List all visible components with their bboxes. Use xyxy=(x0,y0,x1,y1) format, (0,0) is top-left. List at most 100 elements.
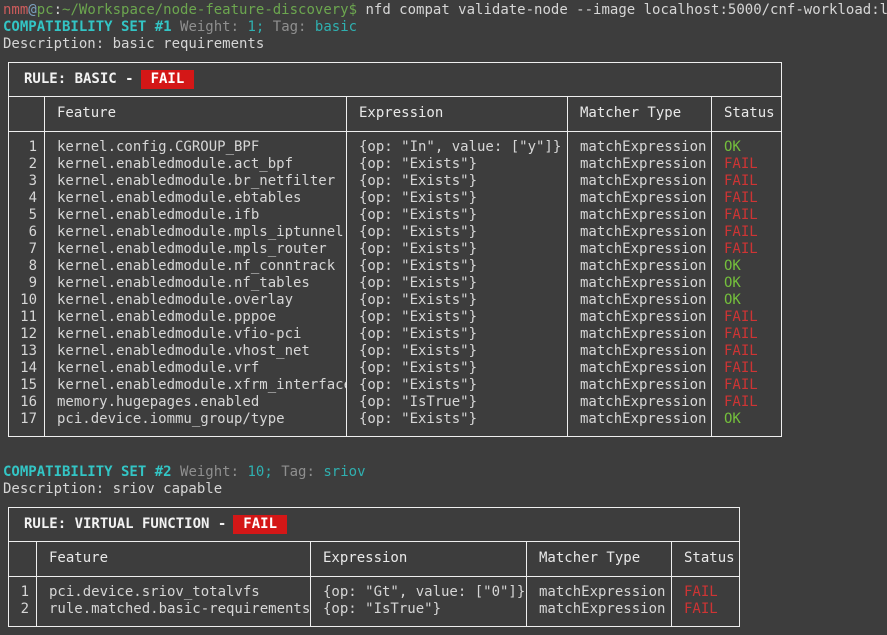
rule-status-badge: FAIL xyxy=(233,515,287,534)
row-number: 16 xyxy=(9,394,45,411)
column-header-number xyxy=(9,542,37,576)
compat-set-section: COMPATIBILITY SET #2 Weight: 10; Tag: sr… xyxy=(3,464,887,627)
prompt-dollar-sign: $ xyxy=(349,2,357,18)
cell-feature: kernel.enabledmodule.pppoe xyxy=(45,309,347,326)
cell-feature: kernel.enabledmodule.act_bpf xyxy=(45,156,347,173)
cell-feature: kernel.config.CGROUP_BPF xyxy=(45,132,347,156)
cell-expression: {op: "Gt", value: ["0"]} xyxy=(311,577,527,601)
cell-expression: {op: "Exists"} xyxy=(347,326,568,343)
set-description: Description: basic requirements xyxy=(3,36,887,53)
cell-expression: {op: "Exists"} xyxy=(347,275,568,292)
cell-status: FAIL xyxy=(712,309,781,326)
cell-status: FAIL xyxy=(672,601,739,626)
cell-status: OK xyxy=(712,258,781,275)
tag-value: sriov xyxy=(323,464,365,480)
cell-feature: kernel.enabledmodule.overlay xyxy=(45,292,347,309)
cell-matcher-type: matchExpression xyxy=(568,360,712,377)
table-row: 1kernel.config.CGROUP_BPF{op: "In", valu… xyxy=(9,132,781,156)
row-number: 8 xyxy=(9,258,45,275)
row-number: 5 xyxy=(9,207,45,224)
cell-feature: kernel.enabledmodule.xfrm_interface xyxy=(45,377,347,394)
cell-matcher-type: matchExpression xyxy=(568,207,712,224)
row-number: 7 xyxy=(9,241,45,258)
cell-matcher-type: matchExpression xyxy=(568,173,712,190)
rule-status-badge: FAIL xyxy=(141,70,195,89)
rule-table: RULE: VIRTUAL FUNCTION -FAILFeatureExpre… xyxy=(8,507,740,627)
row-number: 17 xyxy=(9,411,45,436)
cell-matcher-type: matchExpression xyxy=(568,241,712,258)
cell-expression: {op: "Exists"} xyxy=(347,360,568,377)
cell-feature: pci.device.sriov_totalvfs xyxy=(37,577,311,601)
cell-feature: kernel.enabledmodule.ebtables xyxy=(45,190,347,207)
tag-value: basic xyxy=(315,19,357,35)
terminal-window[interactable]: { "terminal": { "prompt": { "user": "nmm… xyxy=(0,0,887,635)
cell-status: FAIL xyxy=(712,326,781,343)
compat-set-section: COMPATIBILITY SET #1 Weight: 1; Tag: bas… xyxy=(3,19,887,437)
table-row: 10kernel.enabledmodule.overlay{op: "Exis… xyxy=(9,292,781,309)
rule-title-label: RULE: BASIC - xyxy=(24,71,134,87)
row-number: 2 xyxy=(9,601,37,626)
cell-matcher-type: matchExpression xyxy=(527,601,672,626)
cell-feature: kernel.enabledmodule.nf_conntrack xyxy=(45,258,347,275)
rule-title-row: RULE: BASIC - FAIL xyxy=(9,63,781,97)
row-number: 11 xyxy=(9,309,45,326)
cell-expression: {op: "Exists"} xyxy=(347,343,568,360)
table-row: 13kernel.enabledmodule.vhost_net{op: "Ex… xyxy=(9,343,781,360)
set-heading-line: COMPATIBILITY SET #1 Weight: 1; Tag: bas… xyxy=(3,19,887,36)
cell-expression: {op: "Exists"} xyxy=(347,377,568,394)
cell-status: OK xyxy=(712,275,781,292)
row-number: 1 xyxy=(9,132,45,156)
cell-status: FAIL xyxy=(712,377,781,394)
cell-status: OK xyxy=(712,132,781,156)
row-number: 9 xyxy=(9,275,45,292)
table-body: 1kernel.config.CGROUP_BPF{op: "In", valu… xyxy=(9,132,781,436)
cell-matcher-type: matchExpression xyxy=(568,411,712,436)
cell-expression: {op: "In", value: ["y"]} xyxy=(347,132,568,156)
rule-table: RULE: BASIC -FAILFeatureExpressionMatche… xyxy=(8,62,782,437)
cell-status: FAIL xyxy=(712,394,781,411)
cell-status: OK xyxy=(712,292,781,309)
cell-matcher-type: matchExpression xyxy=(568,292,712,309)
cell-status: FAIL xyxy=(712,190,781,207)
cell-status: FAIL xyxy=(712,207,781,224)
row-number: 3 xyxy=(9,173,45,190)
table-row: 3kernel.enabledmodule.br_netfilter{op: "… xyxy=(9,173,781,190)
cell-expression: {op: "Exists"} xyxy=(347,292,568,309)
cell-feature: kernel.enabledmodule.vrf xyxy=(45,360,347,377)
tag-label: Tag: xyxy=(281,464,315,480)
table-row: 9kernel.enabledmodule.nf_tables{op: "Exi… xyxy=(9,275,781,292)
table-row: 16memory.hugepages.enabled{op: "IsTrue"}… xyxy=(9,394,781,411)
cell-status: OK xyxy=(712,411,781,436)
row-number: 13 xyxy=(9,343,45,360)
table-row: 5kernel.enabledmodule.ifb{op: "Exists"}m… xyxy=(9,207,781,224)
rule-title-row: RULE: VIRTUAL FUNCTION - FAIL xyxy=(9,508,739,542)
cell-matcher-type: matchExpression xyxy=(568,377,712,394)
row-number: 10 xyxy=(9,292,45,309)
cell-expression: {op: "Exists"} xyxy=(347,156,568,173)
table-row: 14kernel.enabledmodule.vrf{op: "Exists"}… xyxy=(9,360,781,377)
prompt-at-symbol: @ xyxy=(28,2,36,18)
column-header: Expression xyxy=(311,542,527,576)
table-row: 12kernel.enabledmodule.vfio-pci{op: "Exi… xyxy=(9,326,781,343)
cell-status: FAIL xyxy=(712,343,781,360)
cell-matcher-type: matchExpression xyxy=(568,309,712,326)
row-number: 2 xyxy=(9,156,45,173)
cell-expression: {op: "IsTrue"} xyxy=(347,394,568,411)
cell-feature: memory.hugepages.enabled xyxy=(45,394,347,411)
cell-feature: rule.matched.basic-requirements xyxy=(37,601,311,626)
row-number: 14 xyxy=(9,360,45,377)
rule-title-label: RULE: VIRTUAL FUNCTION - xyxy=(24,516,226,532)
table-row: 6kernel.enabledmodule.mpls_iptunnel{op: … xyxy=(9,224,781,241)
cell-feature: kernel.enabledmodule.ifb xyxy=(45,207,347,224)
tag-label: Tag: xyxy=(273,19,307,35)
table-row: 2rule.matched.basic-requirements{op: "Is… xyxy=(9,601,739,626)
table-body: 1pci.device.sriov_totalvfs{op: "Gt", val… xyxy=(9,577,739,626)
cell-expression: {op: "Exists"} xyxy=(347,207,568,224)
compat-sets-container: COMPATIBILITY SET #1 Weight: 1; Tag: bas… xyxy=(3,19,887,627)
cell-feature: pci.device.iommu_group/type xyxy=(45,411,347,436)
cell-matcher-type: matchExpression xyxy=(568,394,712,411)
set-title: COMPATIBILITY SET #2 xyxy=(3,464,172,480)
cell-expression: {op: "Exists"} xyxy=(347,224,568,241)
row-number: 4 xyxy=(9,190,45,207)
cell-matcher-type: matchExpression xyxy=(568,224,712,241)
